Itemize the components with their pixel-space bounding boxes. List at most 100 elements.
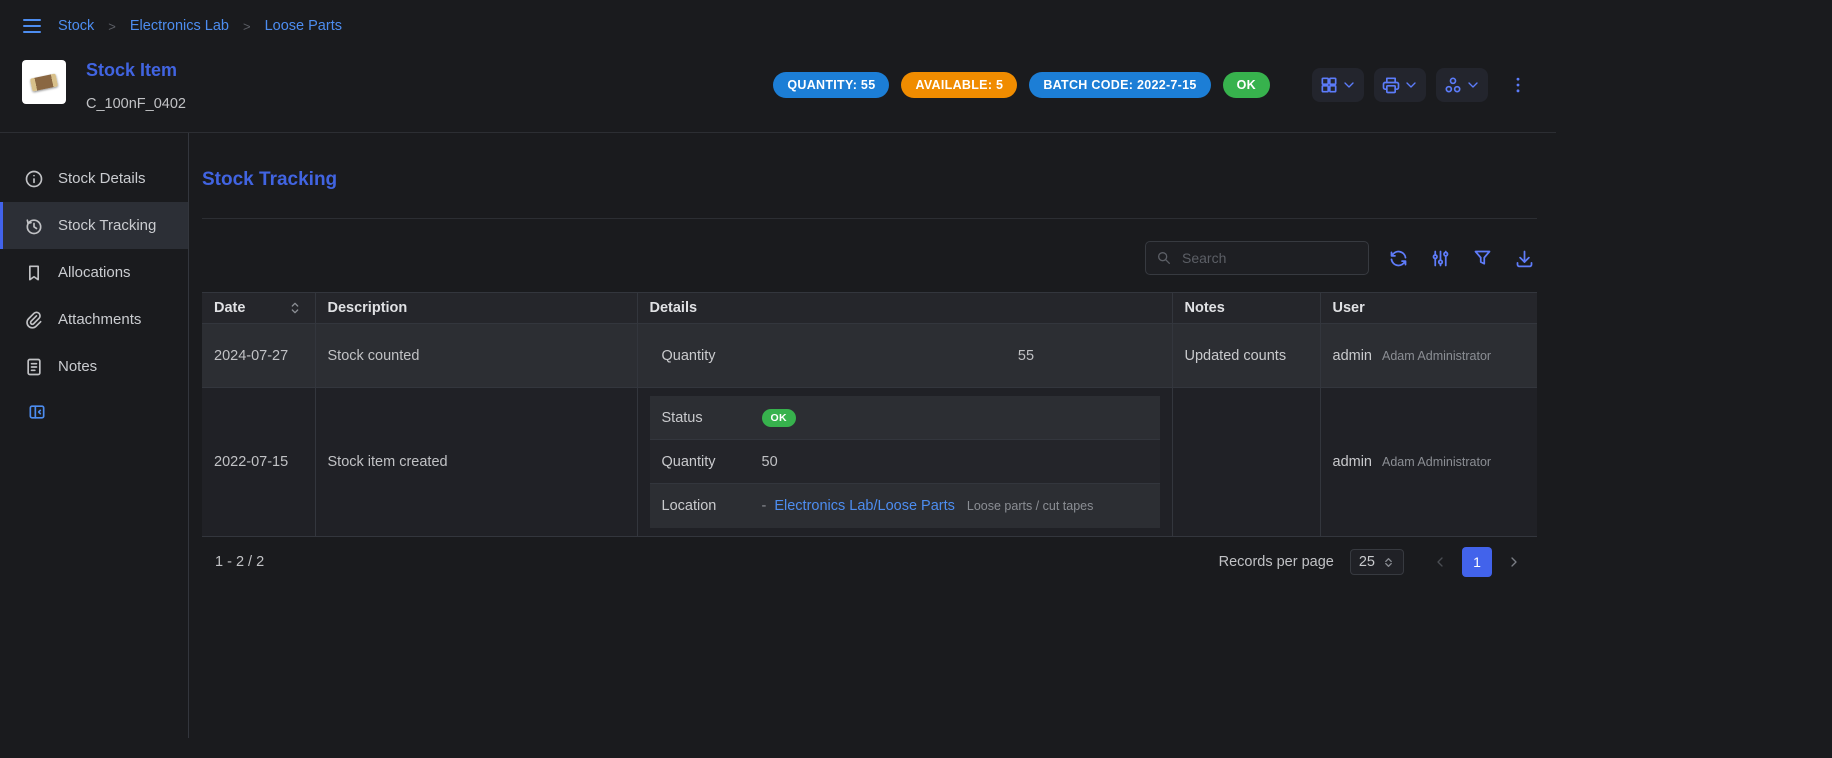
sidebar-item-allocations[interactable]: Allocations [0, 249, 188, 296]
cell-user: adminAdam Administrator [1320, 388, 1537, 537]
search-input[interactable] [1180, 249, 1358, 267]
column-header-date[interactable]: Date [202, 293, 315, 324]
cell-date: 2022-07-15 [202, 388, 315, 537]
stock-tracking-table: Date Description Details Notes User [202, 292, 1537, 537]
stock-actions-button[interactable] [1436, 68, 1488, 102]
download-icon [1514, 248, 1535, 269]
page-button-1[interactable]: 1 [1462, 547, 1492, 577]
location-link[interactable]: Electronics Lab/Loose Parts [774, 498, 955, 514]
sidebar-item-notes[interactable]: Notes [0, 343, 188, 390]
search-icon [1156, 250, 1172, 266]
detail-label: Location [662, 498, 762, 514]
cell-details: Quantity 55 [637, 324, 1172, 388]
chevron-right-icon [1506, 554, 1522, 570]
detail-label: Quantity [662, 454, 762, 470]
page-header: Stock Item C_100nF_0402 QUANTITY: 55 AVA… [0, 52, 1556, 132]
batch-code-badge: BATCH CODE: 2022-7-15 [1029, 72, 1210, 98]
detail-label: Status [662, 410, 762, 426]
menu-button[interactable] [18, 12, 46, 40]
detail-row-location: Location - Electronics Lab/Loose Parts L… [650, 484, 1160, 528]
filter-button[interactable] [1470, 246, 1495, 271]
pagination: 1 [1430, 547, 1524, 577]
column-header-notes[interactable]: Notes [1172, 293, 1320, 324]
breadcrumb-item-stock[interactable]: Stock [58, 18, 94, 34]
main-panel: Stock Tracking [189, 133, 1556, 738]
table-toolbar [202, 241, 1537, 275]
column-header-user[interactable]: User [1320, 293, 1537, 324]
next-page-button[interactable] [1504, 552, 1524, 572]
table-row[interactable]: 2022-07-15 Stock item created Status OK [202, 388, 1537, 537]
user-full-name: Adam Administrator [1382, 349, 1491, 363]
refresh-button[interactable] [1386, 246, 1411, 271]
detail-label: Quantity [662, 348, 905, 364]
printer-icon [1381, 75, 1401, 95]
print-actions-button[interactable] [1374, 68, 1426, 102]
table-header-row: Date Description Details Notes User [202, 293, 1537, 324]
page-title: Stock Item [86, 60, 186, 81]
table-footer: 1 - 2 / 2 Records per page 25 [202, 537, 1537, 587]
download-button[interactable] [1512, 246, 1537, 271]
sidebar-item-stock-tracking[interactable]: Stock Tracking [0, 202, 188, 249]
sidebar-item-label: Stock Details [58, 170, 146, 187]
content: Stock Details Stock Tracking Allocations… [0, 132, 1556, 738]
sidebar-item-label: Notes [58, 358, 97, 375]
breadcrumb-separator: > [241, 19, 253, 34]
table-columns-button[interactable] [1428, 246, 1453, 271]
collapse-sidebar-button[interactable] [27, 402, 47, 422]
stock-item-thumbnail[interactable] [22, 60, 66, 104]
bookmark-icon [24, 263, 44, 283]
cell-description: Stock counted [315, 324, 637, 388]
cell-notes: Updated counts [1172, 324, 1320, 388]
cell-user: admin Adam Administrator [1320, 324, 1537, 388]
quantity-badge: QUANTITY: 55 [773, 72, 889, 98]
cell-date: 2024-07-27 [202, 324, 315, 388]
location-description: Loose parts / cut tapes [967, 499, 1093, 513]
hamburger-menu-icon [20, 14, 44, 38]
collapse-sidebar-icon [27, 402, 47, 422]
refresh-icon [1388, 248, 1409, 269]
chevron-down-icon [1403, 77, 1419, 93]
sidebar-item-stock-details[interactable]: Stock Details [0, 155, 188, 202]
notes-icon [24, 357, 44, 377]
sort-icon[interactable] [287, 300, 303, 316]
records-per-page-select[interactable]: 25 [1350, 549, 1404, 575]
available-badge: AVAILABLE: 5 [901, 72, 1017, 98]
detail-row-quantity: Quantity 50 [650, 440, 1160, 484]
cell-details: Status OK Quantity 50 Location [637, 388, 1172, 537]
breadcrumb-item-electronics-lab[interactable]: Electronics Lab [130, 18, 229, 34]
chevron-down-icon [1341, 77, 1357, 93]
username: admin [1333, 348, 1373, 364]
sidebar-item-label: Attachments [58, 311, 141, 328]
barcode-actions-button[interactable] [1312, 68, 1364, 102]
panel-title: Stock Tracking [202, 169, 1537, 191]
search-box [1145, 241, 1369, 275]
breadcrumb-separator: > [106, 19, 118, 34]
cell-description: Stock item created [315, 388, 637, 537]
records-per-page-label: Records per page [1219, 554, 1334, 570]
circles-cluster-icon [1443, 75, 1463, 95]
status-ok-badge: OK [762, 409, 796, 427]
location-prefix: - [762, 498, 767, 514]
detail-row-status: Status OK [650, 396, 1160, 440]
more-options-button[interactable] [1504, 71, 1532, 99]
table-row[interactable]: 2024-07-27 Stock counted Quantity 55 [202, 324, 1537, 388]
sidebar-item-attachments[interactable]: Attachments [0, 296, 188, 343]
column-header-details[interactable]: Details [637, 293, 1172, 324]
history-icon [24, 216, 44, 236]
column-header-description[interactable]: Description [315, 293, 637, 324]
panel-divider [202, 218, 1537, 219]
breadcrumb-item-loose-parts[interactable]: Loose Parts [265, 18, 342, 34]
action-dropdowns [1312, 68, 1488, 102]
record-range: 1 - 2 / 2 [215, 554, 264, 570]
username: admin [1333, 454, 1373, 470]
paperclip-icon [24, 310, 44, 330]
filter-funnel-icon [1472, 248, 1493, 269]
previous-page-button[interactable] [1430, 552, 1450, 572]
column-header-label: Date [214, 300, 245, 316]
sidebar-item-label: Allocations [58, 264, 131, 281]
cell-notes [1172, 388, 1320, 537]
records-per-page-value: 25 [1359, 554, 1375, 570]
chevron-left-icon [1432, 554, 1448, 570]
detail-row-quantity: Quantity 55 [650, 334, 1160, 378]
sidebar: Stock Details Stock Tracking Allocations… [0, 133, 189, 738]
